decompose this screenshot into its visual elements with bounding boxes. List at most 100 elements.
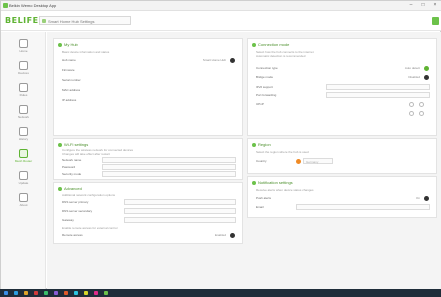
sidebar-item-label: Network: [17, 115, 29, 119]
sidebar-item-about[interactable]: About: [5, 192, 42, 210]
row-label: Gateway: [62, 218, 74, 222]
security-select[interactable]: [102, 171, 236, 177]
row-label: MAC address: [62, 88, 81, 92]
app-icon[interactable]: [84, 291, 88, 295]
connection-type-toggle[interactable]: [424, 65, 429, 71]
sidebar-item-home[interactable]: Home: [5, 38, 42, 56]
option-radio[interactable]: [419, 111, 424, 116]
flag-icon: [296, 158, 301, 164]
port-forwarding-row: Port forwarding: [256, 91, 430, 99]
push-alerts-toggle[interactable]: [424, 195, 429, 201]
row-value: Disabled: [408, 75, 420, 79]
sidebar-item-rules[interactable]: Rules: [5, 82, 42, 100]
panel-description: Receive alerts when device status change…: [256, 188, 314, 192]
mac-row: MAC address: [62, 86, 236, 94]
app-icon[interactable]: [44, 291, 48, 295]
bridge-mode-row: Bridge mode Disabled: [256, 73, 430, 81]
panel-title-text: Notification settings: [258, 180, 293, 185]
panel-my-hub: My Hub Basic device information and stat…: [53, 38, 243, 136]
email-field[interactable]: [296, 204, 430, 210]
row-label: Firmware: [62, 68, 75, 72]
app-icon[interactable]: [74, 291, 78, 295]
section-icon: [58, 42, 62, 47]
dns-primary-row: DNS server primary: [62, 198, 236, 206]
refresh-icon[interactable]: [432, 17, 439, 25]
sidebar-item-update[interactable]: Update: [5, 170, 42, 188]
folder-icon[interactable]: [24, 291, 28, 295]
start-icon[interactable]: [4, 291, 8, 295]
minimize-icon[interactable]: –: [408, 2, 414, 8]
gateway-field[interactable]: [124, 217, 236, 223]
panel-title-text: Connection mode: [258, 42, 290, 47]
panel-title-text: Region: [258, 142, 271, 147]
maximize-icon[interactable]: □: [420, 2, 426, 8]
dns-secondary-field[interactable]: [124, 208, 236, 214]
port-forwarding-select[interactable]: [326, 92, 430, 98]
row-label: Push alerts: [256, 196, 272, 200]
dns-primary-field[interactable]: [124, 199, 236, 205]
section-icon: [252, 180, 256, 185]
network-icon: [19, 105, 28, 114]
security-row: Security mode: [62, 170, 236, 178]
hub-toggle[interactable]: [230, 57, 235, 63]
update-icon: [19, 171, 28, 180]
wemo-app-icon[interactable]: [104, 291, 108, 295]
row-value: Auto detect: [404, 66, 420, 70]
device-selector[interactable]: Smart Home Hub Settings: [39, 16, 131, 25]
panel-title: Wi-Fi settings: [58, 142, 88, 147]
window-title: Belkin Wemo Desktop App: [9, 3, 57, 8]
brand-logo: BELIFE: [5, 16, 39, 25]
upnp-on-radio[interactable]: [409, 102, 414, 107]
about-icon: [19, 193, 28, 202]
panel-description: Automatic detection is recommended: [256, 54, 306, 58]
sidebar-item-label: About: [19, 203, 28, 207]
close-icon[interactable]: ×: [432, 2, 438, 8]
sidebar-item-devices[interactable]: Devices: [5, 60, 42, 78]
app-icon[interactable]: [34, 291, 38, 295]
sidebar-item-history[interactable]: History: [5, 126, 42, 144]
row-label: Hub name: [62, 58, 76, 62]
top-bar: BELIFE Smart Home Hub Settings: [1, 11, 441, 31]
sidebar-item-label: Rules: [19, 93, 28, 97]
row-label: Remote access: [62, 233, 83, 237]
country-row: Country Germany: [256, 157, 430, 165]
row-label: Port forwarding: [256, 93, 277, 97]
panel-title: Notification settings: [252, 180, 293, 185]
option-radio[interactable]: [409, 111, 414, 116]
bridge-mode-toggle[interactable]: [424, 74, 429, 80]
panel-description: Basic device information and status: [62, 50, 110, 54]
sidebar-item-network[interactable]: Network: [5, 104, 42, 122]
row-label: IPv6 support: [256, 85, 273, 89]
rules-icon: [19, 83, 28, 92]
panel-region: Region Select the region where the hub i…: [247, 138, 437, 174]
country-value: Germany: [306, 159, 319, 164]
hub-name-row: Hub name Smart Home Hub: [62, 56, 236, 64]
panel-title: Connection mode: [252, 42, 289, 47]
country-select[interactable]: Germany: [303, 158, 333, 164]
ipv6-select[interactable]: [326, 84, 430, 90]
remote-access-note: Enable remote access for external contro…: [62, 226, 118, 230]
sidebar-item-mesh-router[interactable]: Mesh Router: [5, 148, 42, 166]
history-icon: [19, 127, 28, 136]
upnp-option-row: [256, 109, 430, 117]
section-icon: [58, 186, 62, 191]
app-icon[interactable]: [64, 291, 68, 295]
sidebar-item-label: Update: [18, 181, 29, 185]
row-value: Smart Home Hub: [202, 58, 226, 62]
panel-title: My Hub: [58, 42, 78, 47]
router-icon: [19, 149, 28, 158]
row-label: Bridge mode: [256, 75, 274, 79]
ipv6-row: IPv6 support: [256, 83, 430, 91]
sidebar-item-label: History: [18, 137, 29, 141]
panel-description: Additional network configuration options: [62, 193, 116, 197]
app-icon[interactable]: [94, 291, 98, 295]
browser-icon[interactable]: [14, 291, 18, 295]
remote-access-toggle[interactable]: [230, 232, 235, 238]
remote-access-row: Remote access Enabled: [62, 231, 236, 239]
row-label: Connection type: [256, 66, 278, 70]
sidebar-item-label: Devices: [18, 71, 29, 75]
upnp-off-radio[interactable]: [419, 102, 424, 107]
app-icon[interactable]: [54, 291, 58, 295]
sidebar-item-label: Home: [19, 49, 28, 53]
email-row: Email: [256, 203, 430, 211]
